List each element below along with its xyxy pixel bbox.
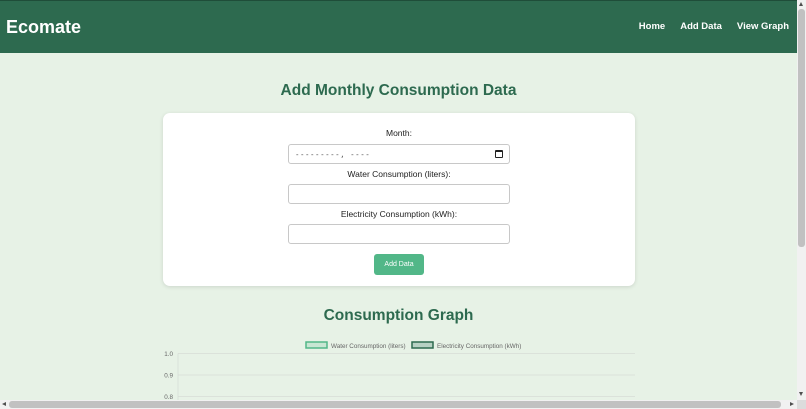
vertical-scroll-thumb[interactable]	[798, 9, 805, 247]
month-field-value: ---------, ----	[295, 149, 371, 159]
consumption-chart: Water Consumption (liters) Electricity Co…	[164, 341, 635, 400]
vertical-scrollbar[interactable]	[797, 0, 806, 409]
month-field[interactable]: ---------, ----	[288, 144, 510, 164]
horizontal-scroll-thumb[interactable]	[9, 401, 781, 408]
y-tick-label: 1.0	[164, 351, 173, 358]
electricity-label: Electricity Consumption (kWh):	[340, 209, 458, 219]
scroll-up-icon[interactable]	[799, 2, 803, 6]
legend-swatch	[305, 341, 328, 349]
legend-label: Electricity Consumption (kWh)	[437, 343, 521, 350]
nav-link-view-graph[interactable]: View Graph	[737, 21, 789, 32]
water-consumption-input[interactable]	[288, 184, 510, 204]
legend-swatch	[411, 341, 434, 349]
graph-title: Consumption Graph	[323, 307, 474, 324]
water-label: Water Consumption (liters):	[347, 169, 451, 179]
month-label: Month:	[386, 128, 412, 138]
nav-link-home[interactable]: Home	[639, 21, 665, 32]
brand-logo[interactable]: Ecomate	[6, 17, 81, 38]
scroll-right-icon[interactable]	[790, 402, 794, 406]
page-title: Add Monthly Consumption Data	[280, 82, 517, 99]
nav-link-add-data[interactable]: Add Data	[680, 21, 722, 32]
scroll-down-icon[interactable]	[799, 392, 803, 396]
legend-label: Water Consumption (liters)	[331, 343, 406, 350]
horizontal-scrollbar[interactable]	[0, 400, 797, 409]
y-tick-label: 0.9	[164, 373, 173, 380]
navbar: Ecomate Home Add Data View Graph	[0, 0, 797, 53]
nav-links: Home Add Data View Graph	[639, 21, 789, 32]
consumption-form: Month: ---------, ---- Water Consumption…	[163, 113, 635, 286]
scroll-left-icon[interactable]	[2, 402, 6, 406]
add-data-button[interactable]: Add Data	[374, 254, 424, 275]
scrollbar-corner	[797, 400, 806, 409]
calendar-icon[interactable]	[495, 150, 503, 158]
electricity-consumption-input[interactable]	[288, 224, 510, 244]
